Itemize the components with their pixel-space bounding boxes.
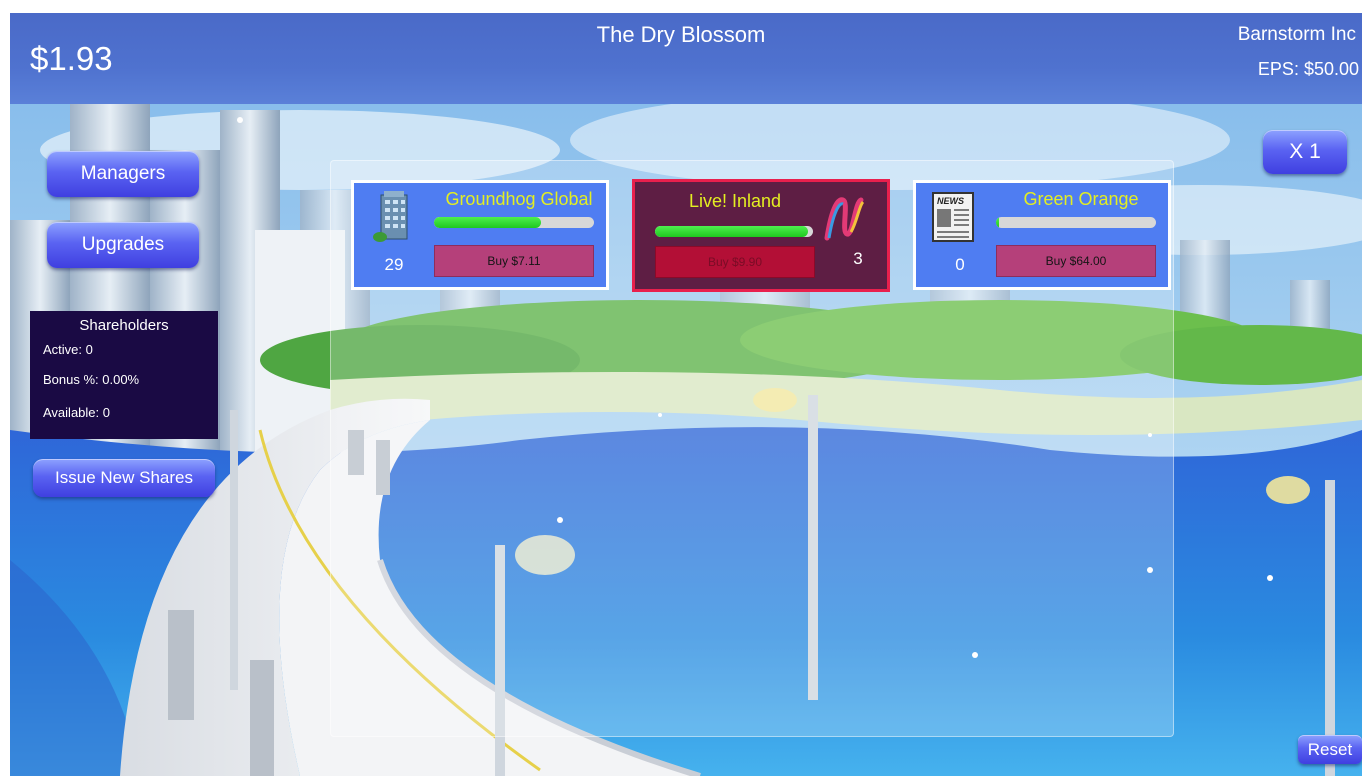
buy-multiplier-button[interactable]: X 1 [1263,130,1347,174]
office-building-icon [373,191,408,242]
progress-fill [996,217,1000,228]
svg-text:NEWS: NEWS [937,196,964,206]
owned-count: 0 [955,255,965,274]
shareholders-bonus: Bonus %: 0.00% [43,372,140,387]
issue-new-shares-button[interactable]: Issue New Shares [33,459,215,497]
business-card-live-inland[interactable]: Live! Inland 3 Buy $9.90 [632,179,890,292]
owned-count: 29 [384,255,404,274]
progress-fill [434,217,542,228]
buy-button[interactable]: Buy $7.11 [434,245,594,277]
earnings-per-second: EPS: $50.00 [1257,59,1359,79]
managers-button[interactable]: Managers [47,151,199,197]
progress-fill [655,226,809,237]
shareholders-panel: Shareholders Active: 0 Bonus %: 0.00% Av… [30,311,218,439]
shareholders-title: Shareholders [79,317,169,334]
business-name: Live! Inland [688,191,782,211]
buy-button[interactable]: Buy $64.00 [996,245,1156,277]
business-card-groundhog-global[interactable]: Groundhog Global 29 Buy $7.11 [351,180,609,290]
corporation-name: Barnstorm Inc [1237,24,1356,45]
business-card-green-orange[interactable]: NEWS Green Orange 0 Buy $64.00 [913,180,1171,290]
owned-count: 3 [853,249,863,268]
business-name: Groundhog Global [445,189,593,209]
upgrades-button[interactable]: Upgrades [47,222,199,268]
company-title: The Dry Blossom [596,22,766,47]
shareholders-available: Available: 0 [43,405,110,420]
business-name: Green Orange [1023,189,1139,209]
production-progress-bar [434,217,594,228]
reset-button[interactable]: Reset [1298,735,1362,764]
production-progress-bar [996,217,1156,228]
newspaper-icon: NEWS [932,192,974,242]
ribbon-logo-icon [824,197,865,241]
buy-button[interactable]: Buy $9.90 [655,246,815,278]
production-progress-bar [655,226,813,237]
game-stage: $1.93 The Dry Blossom Barnstorm Inc EPS:… [0,0,1362,776]
shareholders-active: Active: 0 [43,342,93,357]
